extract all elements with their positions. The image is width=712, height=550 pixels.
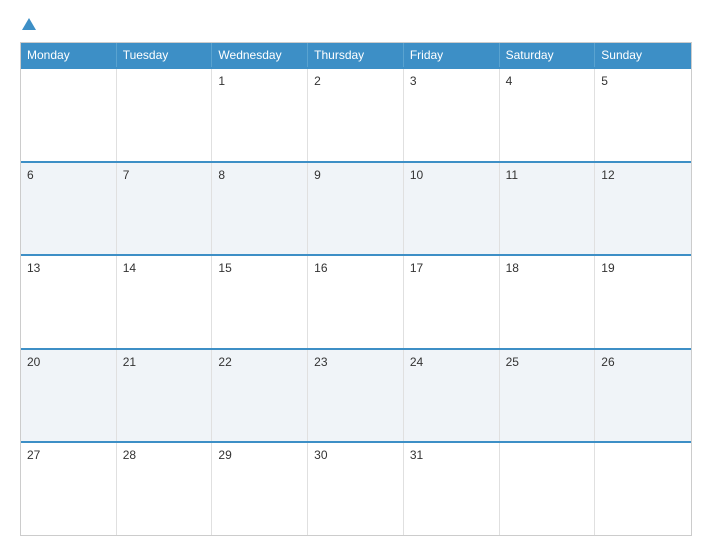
calendar-cell: 9 [308,163,404,255]
day-number: 17 [410,261,423,275]
calendar-cell: 10 [404,163,500,255]
day-number: 22 [218,355,231,369]
calendar-cell: 14 [117,256,213,348]
day-number: 29 [218,448,231,462]
header-day-wednesday: Wednesday [212,43,308,67]
day-number: 7 [123,168,130,182]
calendar-cell: 23 [308,350,404,442]
day-number: 30 [314,448,327,462]
day-number: 2 [314,74,321,88]
day-number: 24 [410,355,423,369]
calendar-cell: 29 [212,443,308,535]
logo-triangle-icon [22,18,36,30]
day-number: 12 [601,168,614,182]
calendar-week-5: 27 28 29 30 31 [21,441,691,535]
calendar-cell [595,443,691,535]
day-number: 13 [27,261,40,275]
day-number: 1 [218,74,225,88]
day-number: 14 [123,261,136,275]
day-number: 20 [27,355,40,369]
day-number: 18 [506,261,519,275]
calendar-week-4: 20 21 22 23 24 25 26 [21,348,691,442]
calendar-cell [21,69,117,161]
calendar-cell: 17 [404,256,500,348]
calendar-cell: 3 [404,69,500,161]
calendar-cell: 11 [500,163,596,255]
logo-text [20,18,36,32]
calendar-cell: 5 [595,69,691,161]
day-number: 21 [123,355,136,369]
day-number: 8 [218,168,225,182]
day-number: 23 [314,355,327,369]
day-number: 31 [410,448,423,462]
calendar-cell: 25 [500,350,596,442]
calendar-cell: 31 [404,443,500,535]
calendar-body: 1234567891011121314151617181920212223242… [21,67,691,535]
day-number: 3 [410,74,417,88]
calendar-cell: 20 [21,350,117,442]
calendar-cell: 27 [21,443,117,535]
calendar-cell: 12 [595,163,691,255]
day-number: 15 [218,261,231,275]
calendar-cell: 7 [117,163,213,255]
header-day-friday: Friday [404,43,500,67]
calendar-cell: 4 [500,69,596,161]
calendar-cell: 21 [117,350,213,442]
day-number: 9 [314,168,321,182]
day-number: 19 [601,261,614,275]
calendar-cell: 1 [212,69,308,161]
day-number: 6 [27,168,34,182]
calendar-cell [117,69,213,161]
calendar-cell: 8 [212,163,308,255]
calendar-cell: 19 [595,256,691,348]
calendar-cell: 2 [308,69,404,161]
calendar-cell: 28 [117,443,213,535]
logo [20,18,36,32]
calendar-week-1: 1 2 3 4 5 [21,67,691,161]
header-day-saturday: Saturday [500,43,596,67]
calendar-cell [500,443,596,535]
header [20,18,692,32]
calendar-cell: 22 [212,350,308,442]
calendar-cell: 13 [21,256,117,348]
calendar-week-3: 13 14 15 16 17 18 19 [21,254,691,348]
header-day-sunday: Sunday [595,43,691,67]
day-number: 11 [506,168,518,182]
calendar-cell: 26 [595,350,691,442]
header-day-monday: Monday [21,43,117,67]
calendar-page: MondayTuesdayWednesdayThursdayFridaySatu… [0,0,712,550]
calendar-cell: 15 [212,256,308,348]
day-number: 26 [601,355,614,369]
day-number: 4 [506,74,513,88]
day-number: 28 [123,448,136,462]
header-day-tuesday: Tuesday [117,43,213,67]
calendar-grid: MondayTuesdayWednesdayThursdayFridaySatu… [20,42,692,536]
calendar-cell: 6 [21,163,117,255]
day-number: 10 [410,168,423,182]
day-number: 16 [314,261,327,275]
day-number: 25 [506,355,519,369]
calendar-week-2: 6 7 8 9 10 11 12 [21,161,691,255]
calendar-cell: 16 [308,256,404,348]
header-day-thursday: Thursday [308,43,404,67]
day-number: 27 [27,448,40,462]
calendar-cell: 30 [308,443,404,535]
day-number: 5 [601,74,608,88]
calendar-cell: 18 [500,256,596,348]
calendar-cell: 24 [404,350,500,442]
calendar-header: MondayTuesdayWednesdayThursdayFridaySatu… [21,43,691,67]
